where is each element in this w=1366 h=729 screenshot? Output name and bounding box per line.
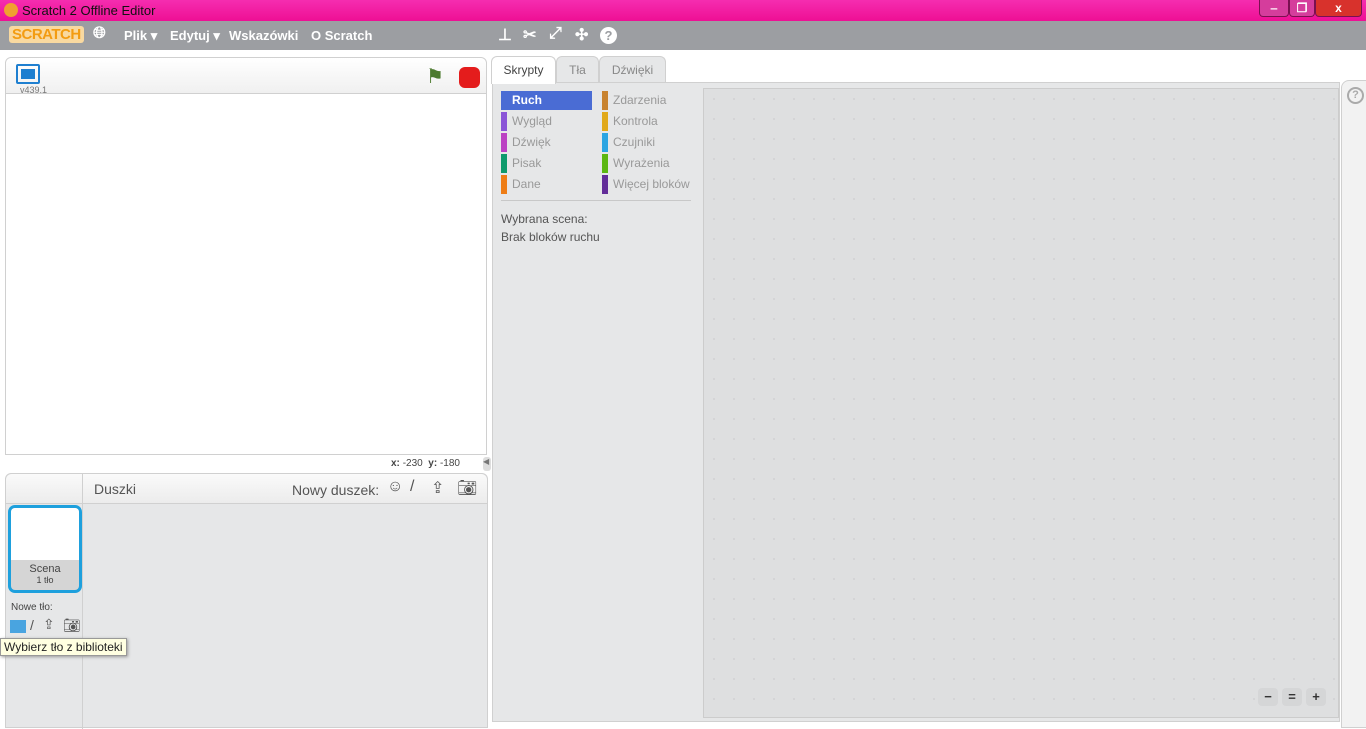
category-label: Wygląd [512, 114, 552, 128]
paint-sprite-icon[interactable]: / [410, 478, 414, 496]
zoom-in-button[interactable]: + [1306, 688, 1326, 706]
globe-icon[interactable]: 🌐︎ [93, 25, 106, 43]
category-1[interactable]: Wygląd [501, 112, 592, 131]
cut-icon[interactable]: ✂ [523, 25, 536, 45]
category-label: Zdarzenia [613, 93, 667, 107]
divider [82, 474, 83, 729]
restore-button[interactable]: ❐ [1289, 0, 1315, 17]
category-color-bar [501, 175, 507, 194]
category-6[interactable]: Kontrola [602, 112, 694, 131]
tab-scripts[interactable]: Skrypty [491, 56, 556, 84]
new-sprite-label: Nowy duszek: [292, 482, 380, 498]
camera-backdrop-icon[interactable]: 📷︎ [63, 617, 81, 634]
category-label: Wyrażenia [613, 156, 670, 170]
stage-header: v439.1 ⚑ [6, 58, 486, 95]
scene-name: Scena [29, 563, 61, 575]
sprite-pane: Duszki Nowy duszek: ☺ / ⇪ 📷︎ Scena 1 tło… [5, 473, 488, 729]
y-label: y: [428, 458, 438, 469]
sprites-title: Duszki [94, 481, 137, 497]
zoom-out-button[interactable]: − [1258, 688, 1278, 706]
category-color-bar [602, 112, 608, 131]
app-icon [4, 3, 18, 17]
sprite-header: Duszki Nowy duszek: ☺ / ⇪ 📷︎ [6, 474, 487, 504]
close-button[interactable]: x [1315, 0, 1362, 17]
tips-panel-tab[interactable]: ? [1341, 80, 1366, 728]
scratch-logo[interactable]: SCRATCH [9, 26, 84, 43]
camera-sprite-icon[interactable]: 📷︎ [457, 478, 477, 498]
palette-note-2: Brak bloków ruchu [501, 230, 600, 244]
y-value: -180 [439, 458, 460, 469]
zoom-reset-button[interactable]: = [1282, 688, 1302, 706]
collapse-stage-handle[interactable]: ◀ [483, 457, 491, 471]
shrink-icon[interactable]: ✣ [575, 25, 588, 45]
category-label: Ruch [512, 93, 542, 107]
category-4[interactable]: Dane [501, 175, 592, 194]
category-label: Więcej bloków [613, 177, 690, 191]
tab-sounds[interactable]: Dźwięki [599, 56, 666, 83]
category-3[interactable]: Pisak [501, 154, 592, 173]
palette-note-1: Wybrana scena: [501, 212, 588, 226]
category-label: Kontrola [613, 114, 658, 128]
menu-tips[interactable]: Wskazówki [229, 28, 298, 43]
stamp-icon[interactable]: ⊥ [498, 25, 512, 45]
grow-icon[interactable]: ⤢ [549, 25, 562, 43]
stop-icon[interactable] [459, 67, 480, 88]
window-title: Scratch 2 Offline Editor [22, 3, 156, 18]
scripts-pane: Ruch Wygląd Dźwięk Pisak Dane Zdarzenia Kontro… [492, 82, 1340, 722]
help-icon[interactable]: ? [600, 27, 617, 44]
category-7[interactable]: Czujniki [602, 133, 694, 152]
category-color-bar [501, 154, 507, 173]
menu-file[interactable]: Plik ▾ [124, 28, 157, 44]
backdrop-library-icon[interactable] [10, 620, 26, 633]
minimize-button[interactable]: ‒ [1259, 0, 1289, 17]
menu-edit[interactable]: Edytuj ▾ [170, 28, 220, 44]
category-color-bar [602, 133, 608, 152]
category-9[interactable]: Więcej bloków [602, 175, 694, 194]
tooltip: Wybierz tło z biblioteki [0, 638, 127, 656]
mouse-coordinates: x: -230 y: -180 [391, 458, 460, 469]
category-label: Dźwięk [512, 135, 551, 149]
menu-about[interactable]: O Scratch [311, 28, 372, 43]
version-label: v439.1 [20, 85, 48, 95]
x-label: x: [391, 458, 400, 469]
upload-sprite-icon[interactable]: ⇪ [431, 478, 444, 498]
help-icon[interactable]: ? [1347, 87, 1364, 104]
x-value: -230 [402, 458, 423, 469]
category-label: Pisak [512, 156, 542, 170]
sprite-library-icon[interactable]: ☺ [387, 478, 403, 496]
category-8[interactable]: Wyrażenia [602, 154, 694, 173]
stage-panel: v439.1 ⚑ [5, 57, 487, 455]
category-label: Dane [512, 177, 541, 191]
category-2[interactable]: Dźwięk [501, 133, 592, 152]
green-flag-icon[interactable]: ⚑ [426, 64, 444, 89]
category-5[interactable]: Zdarzenia [602, 91, 694, 110]
category-color-bar [501, 133, 507, 152]
category-color-bar [602, 91, 608, 110]
script-area[interactable] [703, 88, 1339, 718]
divider [501, 200, 691, 201]
paint-backdrop-icon[interactable]: / [30, 617, 34, 633]
upload-backdrop-icon[interactable]: ⇪ [43, 616, 55, 633]
category-color-bar [501, 112, 507, 131]
category-label: Czujniki [613, 135, 656, 149]
scene-backdrops: 1 tło [36, 575, 54, 585]
menu-bar: SCRATCH 🌐︎ Plik ▾ Edytuj ▾ Wskazówki O S… [0, 21, 1366, 50]
stage-thumbnail[interactable]: Scena 1 tło [8, 505, 82, 593]
presentation-mode-icon[interactable] [16, 64, 40, 84]
new-backdrop-label: Nowe tło: [11, 602, 53, 613]
category-color-bar [602, 175, 608, 194]
tab-backdrops[interactable]: Tła [556, 56, 599, 83]
title-bar: Scratch 2 Offline Editor ‒ ❐ x [0, 0, 1366, 21]
category-0[interactable]: Ruch [501, 91, 592, 110]
category-color-bar [602, 154, 608, 173]
